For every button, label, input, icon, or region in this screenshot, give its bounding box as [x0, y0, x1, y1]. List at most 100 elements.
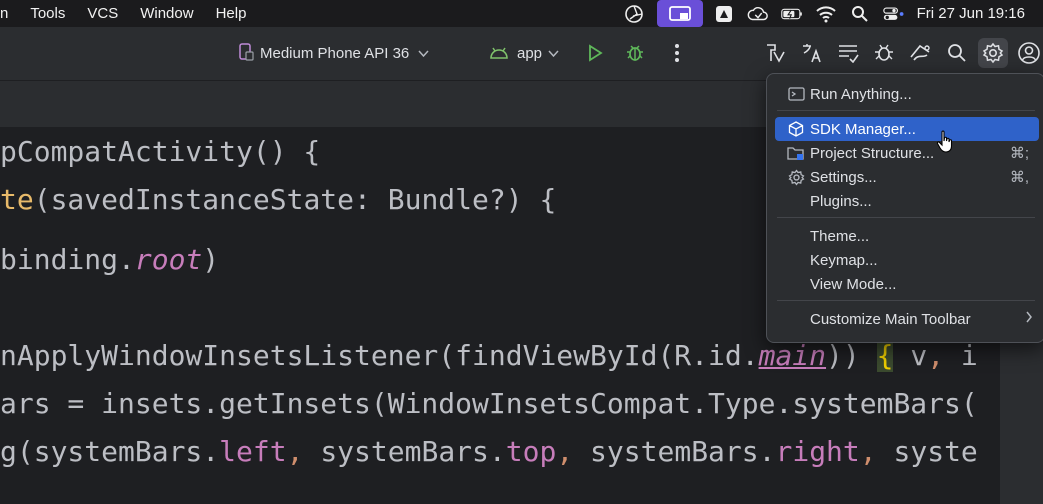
code-line-5: ars = insets.getInsets(WindowInsetsCompa… [0, 387, 978, 420]
aperture-icon[interactable] [623, 4, 645, 23]
chevron-down-icon [548, 45, 559, 62]
code-line-4: nApplyWindowInsetsListener(findViewById(… [0, 339, 978, 372]
drive-icon[interactable] [713, 5, 735, 23]
menu-separator [777, 110, 1035, 111]
menu-item-customize-toolbar[interactable]: Customize Main Toolbar [775, 307, 1039, 331]
config-label: app [517, 45, 543, 62]
clock[interactable]: Fri 27 Jun 19:16 [917, 5, 1025, 22]
gradle-tasks-icon[interactable] [761, 38, 791, 68]
code-line-1: pCompatActivity() { [0, 135, 320, 168]
menu-vcs[interactable]: VCS [87, 5, 118, 22]
code-token: ) [202, 243, 220, 276]
code-token: v [893, 339, 928, 372]
lint-icon[interactable] [833, 38, 863, 68]
code-token: , [556, 435, 591, 468]
cube-icon [785, 119, 807, 139]
code-token: (savedInstanceState: Bundle?) { [33, 183, 557, 216]
menu-item-label: Keymap... [810, 251, 878, 269]
shortcut-label: ⌘; [1009, 145, 1029, 162]
code-token: right [775, 435, 860, 468]
menu-item-run-anything[interactable]: Run Anything... [775, 82, 1039, 106]
gear-icon [785, 167, 807, 187]
bug-settings-icon[interactable] [869, 38, 899, 68]
code-token: systemBars. [590, 435, 776, 468]
menu-item-plugins[interactable]: Plugins... [775, 189, 1039, 213]
code-token: ars = insets.getInsets(WindowInsetsCompa… [0, 387, 978, 420]
code-token: { [876, 339, 894, 372]
menu-item-keymap[interactable]: Keymap... [775, 248, 1039, 272]
code-token: top [505, 435, 557, 468]
blank-icon-slot [785, 191, 807, 211]
menu-item-label: Theme... [810, 227, 870, 245]
code-token: syste [893, 435, 978, 468]
code-token: nApplyWindowInsetsListener(findViewById(… [0, 339, 759, 372]
blank-icon-slot [785, 274, 807, 294]
code-token: , [927, 339, 945, 372]
screen-share-icon[interactable] [656, 0, 703, 27]
menu-window[interactable]: Window [140, 5, 193, 22]
menu-separator [777, 217, 1035, 218]
hand-cursor-icon [936, 130, 956, 159]
code-token: left [219, 435, 287, 468]
menu-item-label: Customize Main Toolbar [810, 310, 971, 328]
code-token: binding. [0, 243, 135, 276]
device-selector[interactable]: Medium Phone API 36 [238, 27, 429, 80]
code-token: main [758, 339, 827, 372]
blank-icon-slot [785, 309, 807, 329]
code-token: )) [826, 339, 877, 372]
menu-item-project-structure[interactable]: Project Structure... ⌘; [775, 141, 1039, 165]
gear-icon[interactable] [978, 38, 1008, 68]
menu-item-label: Settings... [810, 168, 877, 186]
device-icon [238, 42, 254, 65]
code-token: te [0, 183, 34, 216]
more-actions-icon[interactable] [662, 38, 692, 68]
debug-icon[interactable] [620, 38, 650, 68]
run-config-selector[interactable]: app [489, 27, 559, 80]
spotlight-search-icon[interactable] [849, 5, 871, 23]
chevron-right-icon [1025, 310, 1033, 328]
code-token: i [944, 339, 978, 372]
code-line-6: g(systemBars.left, systemBars.top, syste… [0, 435, 978, 468]
menu-item-label: View Mode... [810, 275, 897, 293]
translate-icon[interactable] [797, 38, 827, 68]
app-menus: n Tools VCS Window Help [0, 5, 268, 22]
code-token: , [859, 435, 894, 468]
blank-icon-slot [785, 250, 807, 270]
menu-item-view-mode[interactable]: View Mode... [775, 272, 1039, 296]
run-icon[interactable] [580, 38, 610, 68]
control-center-icon[interactable] [882, 5, 905, 23]
menu-item-label: SDK Manager... [810, 120, 916, 138]
code-token: g(systemBars. [0, 435, 220, 468]
chevron-down-icon [418, 45, 429, 62]
menu-item-theme[interactable]: Theme... [775, 224, 1039, 248]
code-token: , [286, 435, 321, 468]
status-tray: Fri 27 Jun 19:16 [623, 0, 1043, 27]
folder-icon [785, 143, 807, 163]
run-anything-icon [785, 84, 807, 104]
menu-truncated[interactable]: n [0, 5, 8, 22]
wifi-icon[interactable] [815, 5, 837, 23]
menu-separator [777, 300, 1035, 301]
mac-menubar: n Tools VCS Window Help Fri 27 Jun 19:16 [0, 0, 1043, 27]
code-token: root [134, 243, 203, 276]
menu-item-label: Project Structure... [810, 144, 935, 162]
device-mirror-icon[interactable] [905, 38, 935, 68]
settings-popup-menu: Run Anything... SDK Manager... Project S… [766, 73, 1043, 343]
code-token: pCompatActivity() { [0, 135, 321, 168]
search-icon[interactable] [942, 38, 972, 68]
menu-item-settings[interactable]: Settings... ⌘, [775, 165, 1039, 189]
device-label: Medium Phone API 36 [260, 45, 410, 62]
shortcut-label: ⌘, [1009, 169, 1029, 186]
code-token: systemBars. [320, 435, 506, 468]
menu-item-sdk-manager[interactable]: SDK Manager... [775, 117, 1039, 141]
menu-item-label: Plugins... [810, 192, 872, 210]
android-icon [489, 45, 509, 63]
cloud-sync-icon[interactable] [747, 5, 769, 23]
blank-icon-slot [785, 226, 807, 246]
menu-tools[interactable]: Tools [30, 5, 65, 22]
account-icon[interactable] [1014, 38, 1043, 68]
code-line-2: te(savedInstanceState: Bundle?) { [0, 183, 556, 216]
battery-icon[interactable] [780, 5, 803, 23]
menu-item-label: Run Anything... [810, 85, 912, 103]
menu-help[interactable]: Help [216, 5, 247, 22]
